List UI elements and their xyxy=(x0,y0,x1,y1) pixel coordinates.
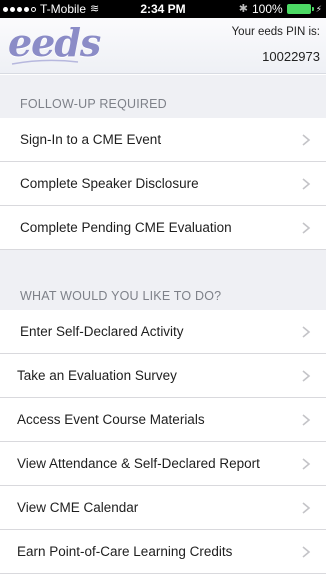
menu-item-label: Complete Pending CME Evaluation xyxy=(20,220,232,235)
charging-icon: ⚡ xyxy=(315,4,322,14)
battery-icon xyxy=(286,4,314,14)
menu-item-label: Sign-In to a CME Event xyxy=(20,132,162,147)
chevron-right-icon xyxy=(302,502,311,514)
menu-item-evaluation-survey[interactable]: Take an Evaluation Survey xyxy=(0,354,326,398)
menu-item-label: Complete Speaker Disclosure xyxy=(20,176,199,191)
bluetooth-icon: ✱ xyxy=(238,3,248,15)
pin-value: 10022973 xyxy=(262,49,320,64)
section-header-what-to-do: WHAT WOULD YOU LIKE TO DO? xyxy=(0,250,326,310)
menu-item-label: View Attendance & Self-Declared Report xyxy=(17,456,260,471)
menu-item-course-materials[interactable]: Access Event Course Materials xyxy=(0,398,326,442)
menu-item-speaker-disclosure[interactable]: Complete Speaker Disclosure xyxy=(0,162,326,206)
section-title: WHAT WOULD YOU LIKE TO DO? xyxy=(20,289,222,303)
menu-item-cme-calendar[interactable]: View CME Calendar xyxy=(0,486,326,530)
chevron-right-icon xyxy=(302,546,311,558)
app-screen: T-Mobile ≋ 2:34 PM ✱ 100% ⚡ eeds Your ee… xyxy=(0,0,326,575)
section-title: FOLLOW-UP REQUIRED xyxy=(20,97,167,111)
menu-item-pending-evaluation[interactable]: Complete Pending CME Evaluation xyxy=(0,206,326,250)
menu-item-label: Enter Self-Declared Activity xyxy=(20,324,184,339)
menu-item-label: Access Event Course Materials xyxy=(17,412,205,427)
menu-item-label: Take an Evaluation Survey xyxy=(17,368,177,383)
section-header-follow-up: FOLLOW-UP REQUIRED xyxy=(0,75,326,118)
chevron-right-icon xyxy=(302,414,311,426)
status-right: ✱ 100% ⚡ xyxy=(239,0,322,18)
menu-item-point-of-care-credits[interactable]: Earn Point-of-Care Learning Credits xyxy=(0,530,326,574)
menu-item-attendance-report[interactable]: View Attendance & Self-Declared Report xyxy=(0,442,326,486)
logo-swoosh-icon xyxy=(11,59,79,65)
chevron-right-icon xyxy=(302,326,311,338)
status-bar: T-Mobile ≋ 2:34 PM ✱ 100% ⚡ xyxy=(0,0,326,18)
app-header: eeds Your eeds PIN is: 10022973 xyxy=(0,18,326,74)
menu-item-sign-in-cme-event[interactable]: Sign-In to a CME Event xyxy=(0,118,326,162)
pin-label: Your eeds PIN is: xyxy=(231,26,320,38)
chevron-right-icon xyxy=(302,370,311,382)
chevron-right-icon xyxy=(302,134,311,146)
chevron-right-icon xyxy=(302,178,311,190)
menu-item-self-declared-activity[interactable]: Enter Self-Declared Activity xyxy=(0,310,326,354)
menu-item-label: View CME Calendar xyxy=(17,500,139,515)
battery-percent: 100% xyxy=(251,2,283,16)
chevron-right-icon xyxy=(302,458,311,470)
chevron-right-icon xyxy=(302,222,311,234)
menu-item-label: Earn Point-of-Care Learning Credits xyxy=(17,544,233,559)
